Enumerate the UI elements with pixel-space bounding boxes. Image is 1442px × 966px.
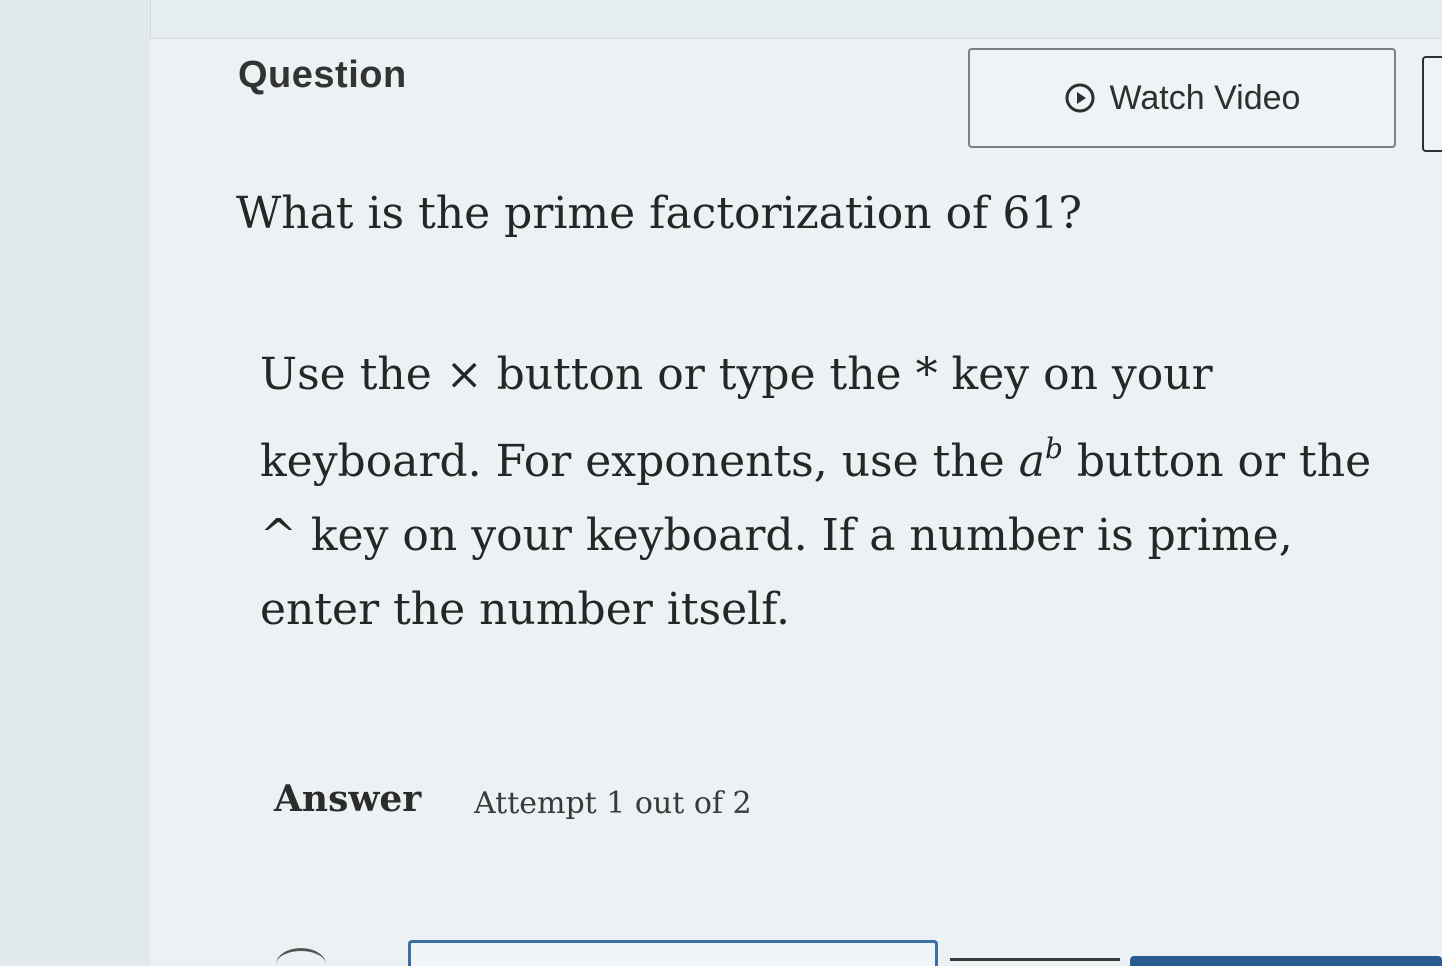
submit-button[interactable] [1130,956,1442,966]
toolbar-divider [950,958,1120,961]
caret-symbol: ^ [260,510,297,561]
attempt-counter: Attempt 1 out of 2 [474,786,752,821]
exponent-notation: ab [1018,432,1063,487]
next-panel-button[interactable] [1422,56,1442,152]
instructions-part-1: Use the [260,349,446,400]
answer-input[interactable] [408,940,938,966]
exponent-power: b [1044,432,1063,465]
instructions-part-4: button or the [1062,436,1372,487]
watch-video-label: Watch Video [1109,78,1301,117]
times-symbol: × [445,349,483,400]
answer-label: Answer [274,778,422,820]
instructions-part-2: button or type the [482,349,916,400]
instructions-part-5: key on your keyboard. If a number is pri… [260,510,1293,635]
watch-video-button[interactable]: Watch Video [968,48,1396,148]
play-circle-icon [1064,82,1096,114]
left-sidebar-edge [0,0,151,966]
question-text: What is the prime factorization of 61? [236,188,1082,239]
question-heading: Question [238,54,407,96]
asterisk-symbol: * [915,349,938,400]
instructions-text: Use the × button or type the * key on yo… [260,338,1390,647]
exponent-base: a [1018,436,1045,487]
